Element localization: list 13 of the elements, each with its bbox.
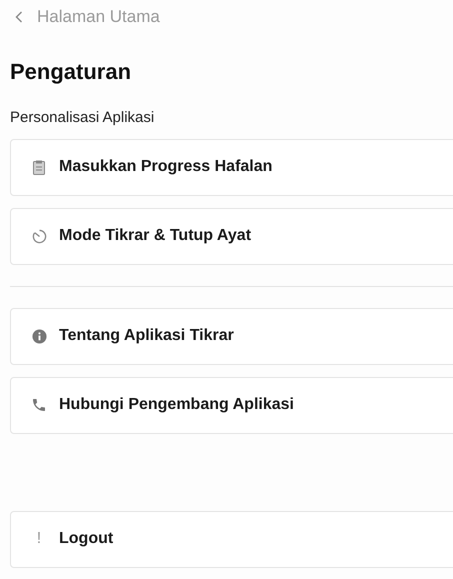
timer-icon	[32, 228, 46, 244]
alert-icon: !	[36, 527, 42, 551]
phone-icon	[31, 397, 47, 413]
info-icon	[32, 328, 46, 344]
settings-item[interactable]: Masukkan Progress Hafalan	[10, 138, 453, 196]
page-title: Pengaturan	[9, 58, 132, 86]
settings-item[interactable]: Tentang Aplikasi Tikrar	[10, 308, 453, 364]
settings-item[interactable]: ! Logout	[10, 510, 453, 568]
section-label: Personalisasi Aplikasi	[9, 108, 156, 128]
back-icon	[15, 11, 23, 23]
clipboard-icon	[33, 160, 45, 174]
settings-item[interactable]: Hubungi Pengembang Aplikasi	[10, 376, 453, 434]
settings-item[interactable]: Mode Tikrar & Tutup Ayat	[10, 208, 453, 264]
